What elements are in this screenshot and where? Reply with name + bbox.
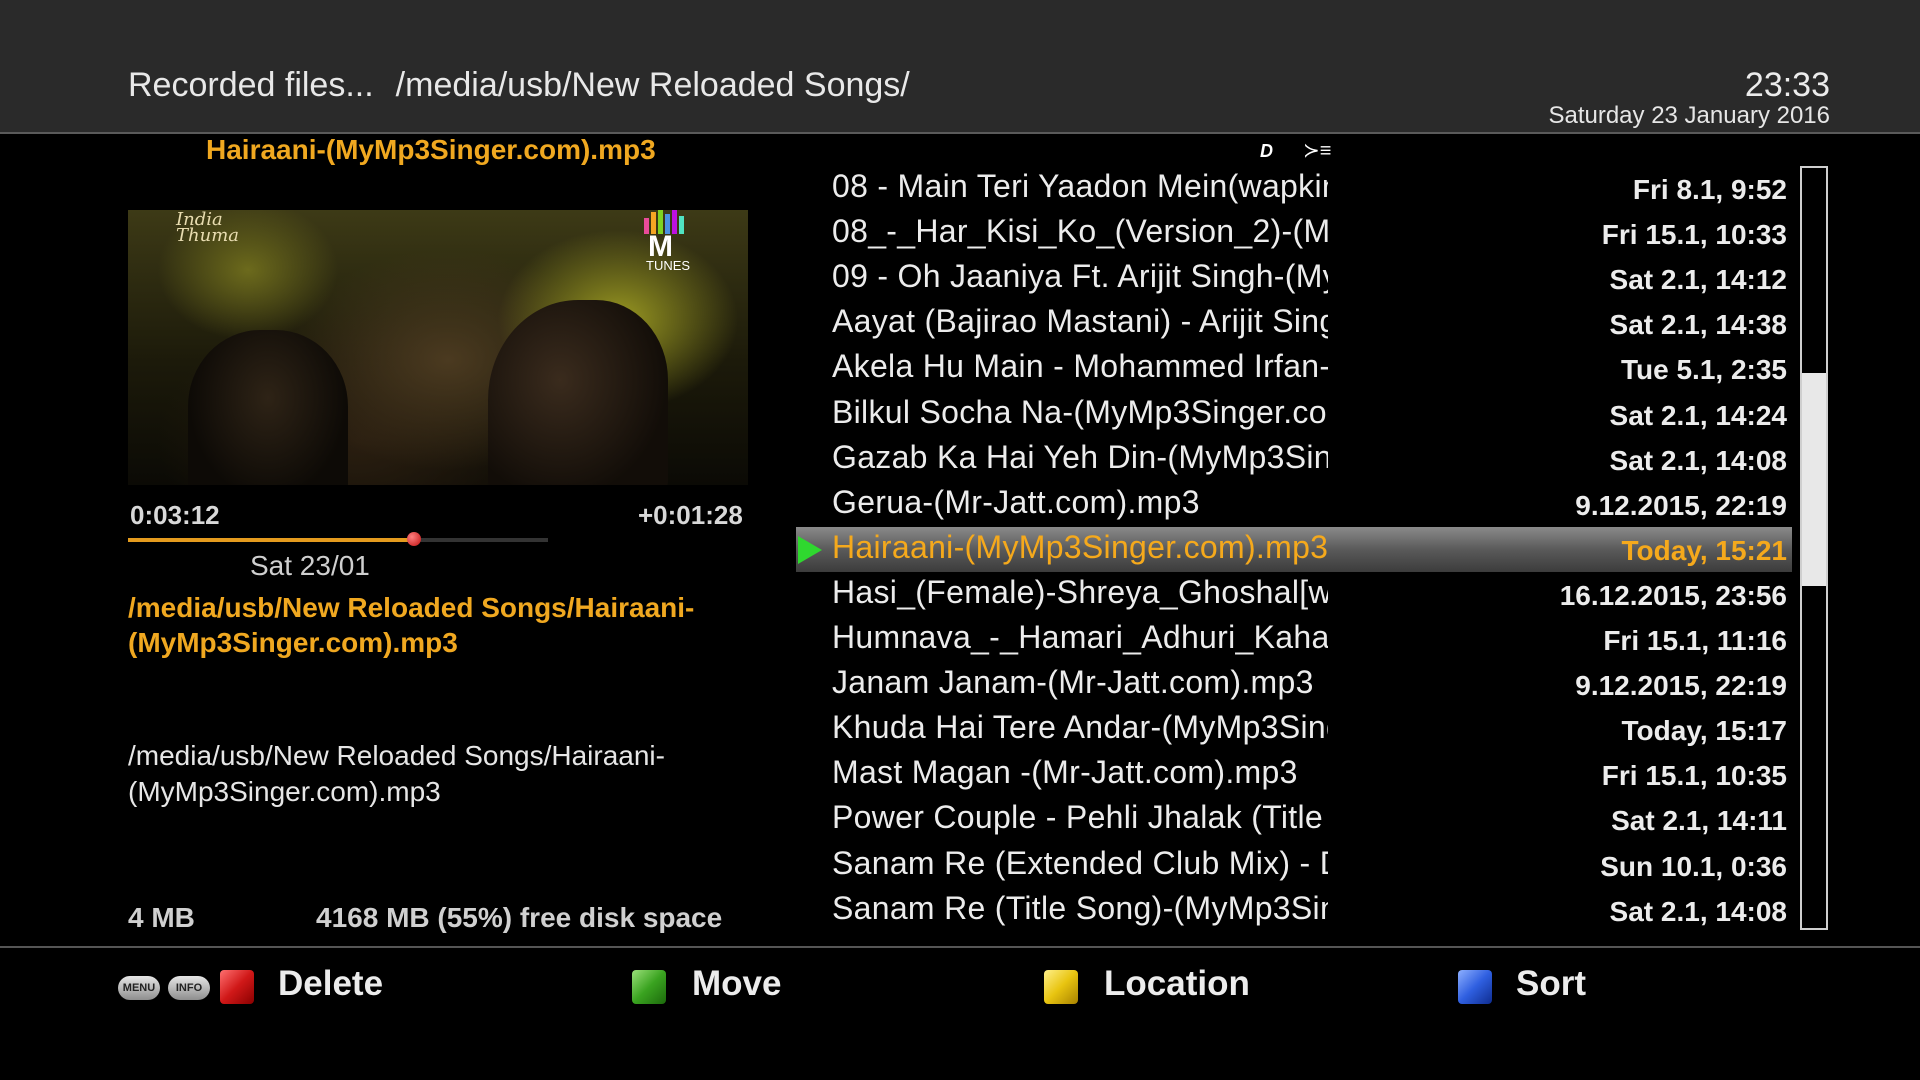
title-label: Recorded files... [128,66,374,104]
file-row[interactable]: Gazab Ka Hai Yeh Din-(MyMp3Singer.cor Sat… [796,437,1792,482]
file-date: Sat 2.1, 14:12 [1609,264,1787,295]
playback-progress-bar[interactable] [128,532,548,546]
file-row[interactable]: Power Couple - Pehli Jhalak (Title Song)… [796,797,1792,842]
file-row[interactable]: 08_-_Har_Kisi_Ko_(Version_2)-(MyMp3Si Fri… [796,211,1792,256]
file-row[interactable]: Sanam Re (Title Song)-(MyMp3Singer.co Sat… [796,888,1792,933]
file-row[interactable]: Akela Hu Main - Mohammed Irfan-(MyMp Tue … [796,346,1792,391]
file-date: Sun 10.1, 0:36 [1600,851,1787,882]
file-name: Humnava_-_Hamari_Adhuri_Kahani(MyM [832,619,1328,655]
video-thumbnail: India Thuma M TUNES [128,210,748,485]
file-date: 9.12.2015, 22:19 [1575,670,1787,701]
sort-button[interactable]: Sort [1516,964,1586,1004]
file-row[interactable]: Mast Magan -(Mr-Jatt.com).mp3 Fri 15.1, 1… [796,752,1792,797]
green-key-icon[interactable] [632,970,666,1004]
free-disk-space: 4168 MB (55%) free disk space [316,902,723,933]
file-date: 16.12.2015, 23:56 [1559,580,1787,611]
file-row[interactable]: Janam Janam-(Mr-Jatt.com).mp3 9.12.2015, … [796,662,1792,707]
remaining-time: +0:01:28 [638,500,743,530]
file-name: Power Couple - Pehli Jhalak (Title Song) [832,799,1328,835]
progress-fill [128,538,414,542]
file-name: Gerua-(Mr-Jatt.com).mp3 [832,484,1200,520]
file-row[interactable]: Hasi_(Female)-Shreya_Ghoshal[www.Mp 16.12… [796,572,1792,617]
menu-pill-button[interactable]: MENU [118,976,160,1000]
yellow-key-icon[interactable] [1044,970,1078,1004]
file-row[interactable]: 08 - Main Teri Yaadon Mein(wapking.fm). F… [796,166,1792,211]
file-row-selected[interactable]: Hairaani-(MyMp3Singer.com).mp3 Today, 15:… [796,527,1792,572]
file-date: Fri 8.1, 9:52 [1632,174,1787,205]
delete-button[interactable]: Delete [278,964,383,1004]
file-row[interactable]: Sanam Re (Extended Club Mix) - DJ Noni Su… [796,843,1792,888]
progress-handle[interactable] [406,532,421,546]
d-icon: D [1260,141,1273,161]
file-name: Hasi_(Female)-Shreya_Ghoshal[www.Mp [832,574,1328,610]
current-date: Saturday 23 January 2016 [1548,102,1830,129]
clock: 23:33 [1744,66,1830,104]
file-name: 09 - Oh Jaaniya Ft. Arijit Singh-(MyMp3S [832,258,1328,294]
current-path: /media/usb/New Reloaded Songs/ [395,66,910,104]
file-row[interactable]: Gerua-(Mr-Jatt.com).mp3 9.12.2015, 22:19 [796,482,1792,527]
thumbnail-figure [488,300,668,485]
file-name: Sanam Re (Title Song)-(MyMp3Singer.co [832,890,1328,926]
file-date: Fri 15.1, 11:16 [1603,625,1787,656]
file-date: Fri 15.1, 10:33 [1601,219,1787,250]
file-date: Sat 2.1, 14:11 [1611,805,1787,836]
info-pill-button[interactable]: INFO [168,976,210,1000]
file-name: Hairaani-(MyMp3Singer.com).mp3 [832,529,1328,565]
move-button[interactable]: Move [692,964,781,1004]
file-name: Akela Hu Main - Mohammed Irfan-(MyMp [832,348,1328,384]
file-row[interactable]: Aayat (Bajirao Mastani) - Arijit Singh 1… [796,301,1792,346]
file-name: 08_-_Har_Kisi_Ko_(Version_2)-(MyMp3Si [832,213,1328,249]
list-status-icons: D ≻≡ [1260,138,1361,163]
file-date: Tue 5.1, 2:35 [1620,354,1787,385]
file-name: Aayat (Bajirao Mastani) - Arijit Singh 1… [832,303,1328,339]
blue-key-icon[interactable] [1458,970,1492,1004]
file-name: Mast Magan -(Mr-Jatt.com).mp3 [832,754,1298,790]
file-date: 9.12.2015, 22:19 [1575,490,1787,521]
file-date: Sat 2.1, 14:24 [1609,400,1787,431]
red-key-icon[interactable] [220,970,254,1004]
file-row[interactable]: 09 - Oh Jaaniya Ft. Arijit Singh-(MyMp3S… [796,256,1792,301]
file-date: Fri 15.1, 10:35 [1601,760,1787,791]
file-row[interactable]: Humnava_-_Hamari_Adhuri_Kahani(MyM Fri 15… [796,617,1792,662]
file-name: Khuda Hai Tere Andar-(MyMp3Singer.cor [832,709,1328,745]
file-date: Today, 15:21 [1621,535,1787,566]
now-playing-title: Hairaani-(MyMp3Singer.com).mp3 [206,134,656,165]
file-date: Today, 15:17 [1621,715,1787,746]
file-path-highlight: /media/usb/New Reloaded Songs/Hairaani-(… [128,592,695,658]
location-button[interactable]: Location [1104,964,1250,1004]
scrollbar-thumb[interactable] [1802,373,1826,586]
file-date: Sat 2.1, 14:08 [1609,445,1787,476]
file-name: Sanam Re (Extended Club Mix) - DJ Noni [832,845,1328,881]
file-name: Janam Janam-(Mr-Jatt.com).mp3 [832,664,1314,700]
svg-text:TUNES: TUNES [646,258,690,273]
file-date: Sat 2.1, 14:08 [1609,896,1787,927]
title-bar: Recorded files... /media/usb/New Reloaded… [0,0,1920,134]
recording-date: Sat 23/01 [250,550,370,581]
file-size: 4 MB [128,902,195,933]
file-path-description: /media/usb/New Reloaded Songs/Hairaani-(… [128,740,665,807]
file-list[interactable]: 08 - Main Teri Yaadon Mein(wapking.fm). F… [796,166,1792,932]
file-row[interactable]: Khuda Hai Tere Andar-(MyMp3Singer.cor Tod… [796,707,1792,752]
file-date: Sat 2.1, 14:38 [1609,309,1787,340]
file-name: 08 - Main Teri Yaadon Mein(wapking.fm). [832,168,1328,204]
list-scrollbar[interactable] [1800,166,1828,930]
page-title: Recorded files... /media/usb/New Reloaded… [128,66,910,105]
channel-logo-left: India Thuma [176,210,239,246]
file-name: Gazab Ka Hai Yeh Din-(MyMp3Singer.cor [832,439,1328,475]
file-name: Bilkul Socha Na-(MyMp3Singer.com).mp3 [832,394,1328,430]
playback-position: 0:03:12 [130,500,220,530]
thumbnail-figure [188,330,348,485]
file-row[interactable]: Bilkul Socha Na-(MyMp3Singer.com).mp3 Sat… [796,392,1792,437]
sort-order-icon: ≻≡ [1303,140,1332,162]
play-marker-icon [798,536,822,564]
m-tunes-logo: M TUNES [644,210,690,273]
